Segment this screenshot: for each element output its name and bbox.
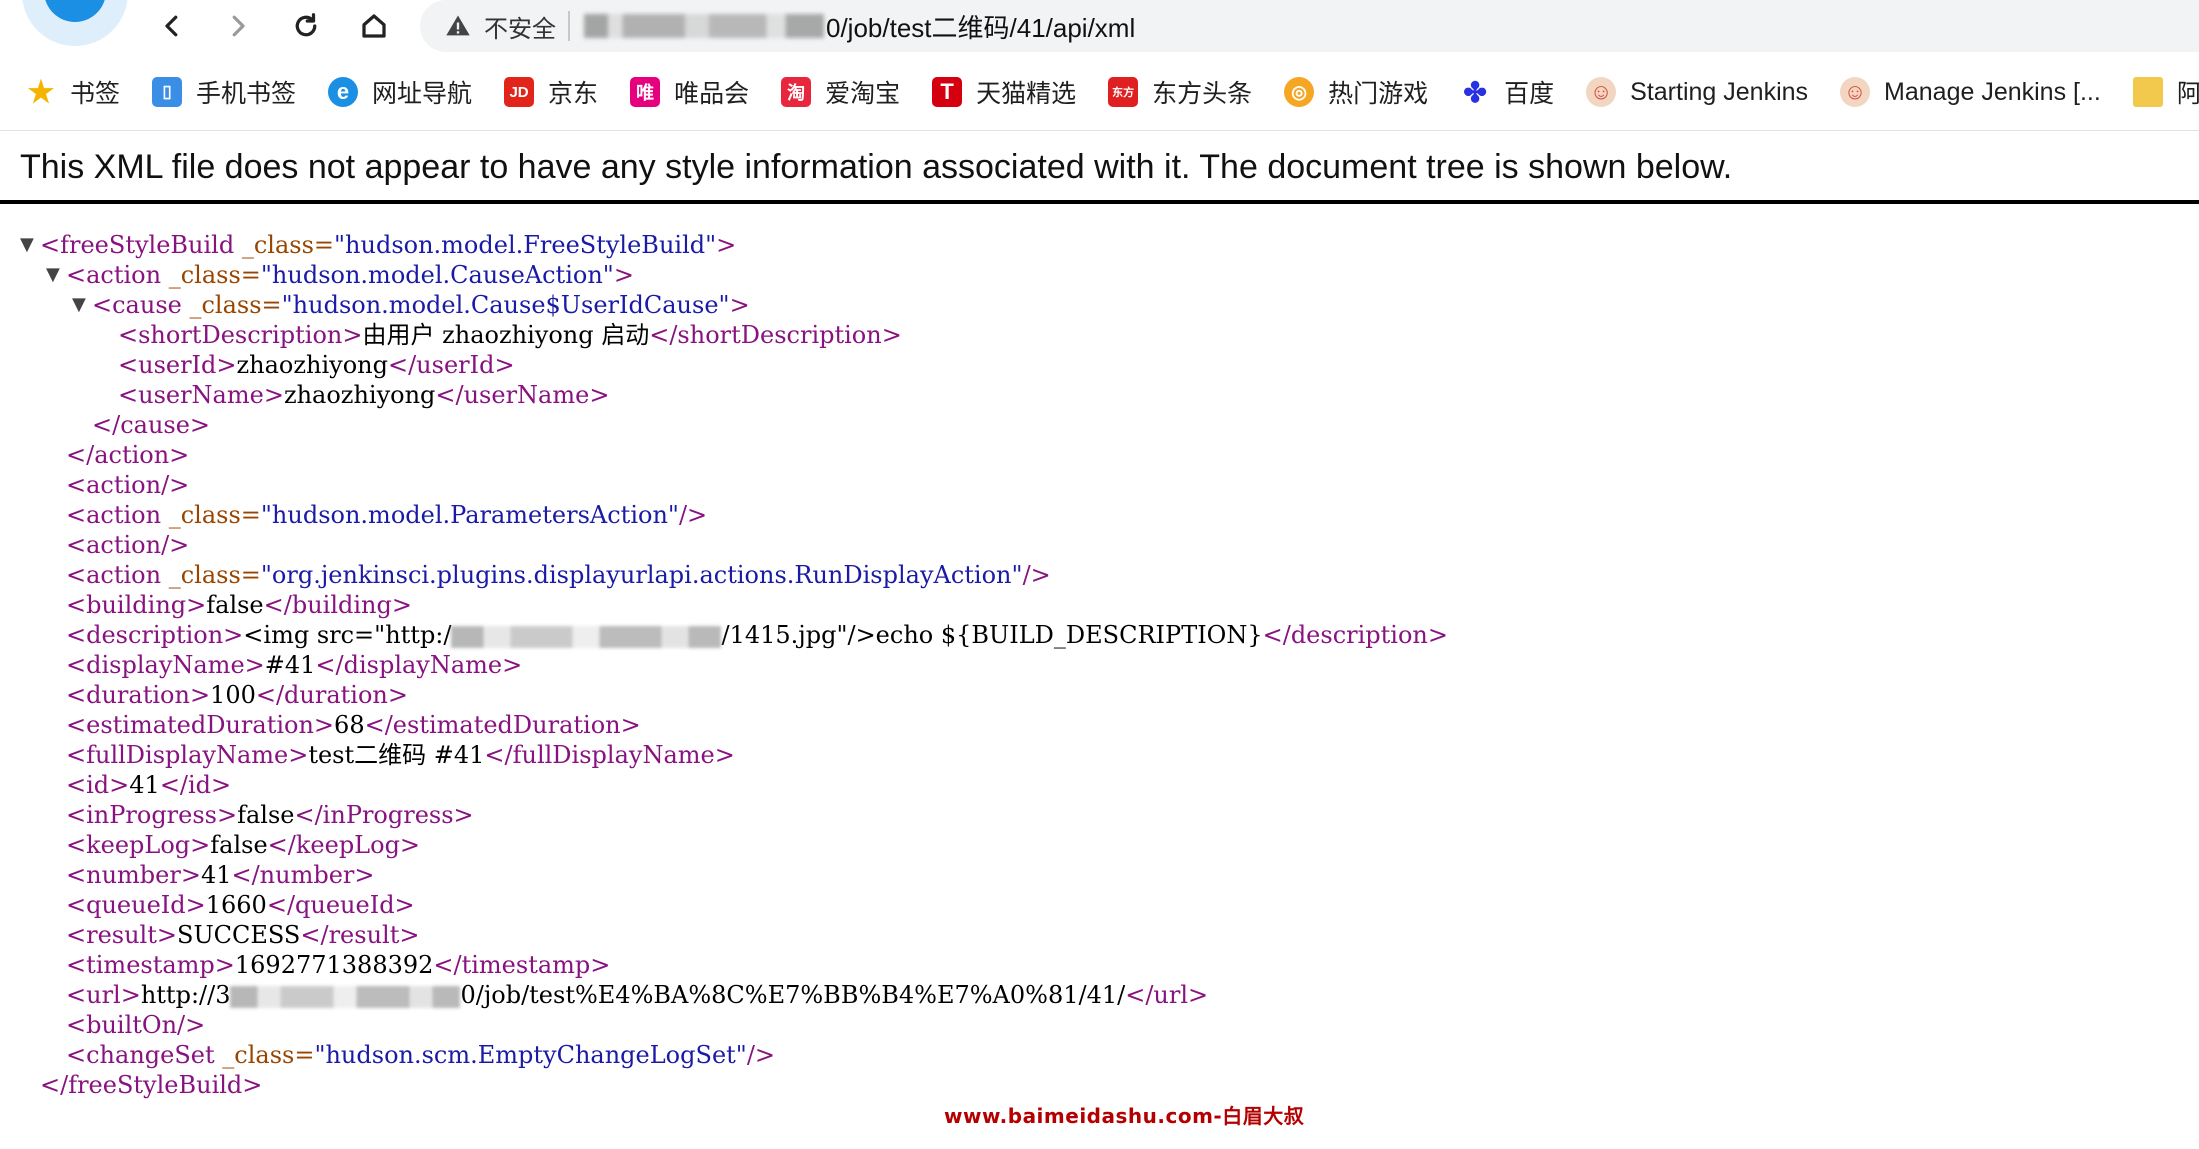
bookmark-item[interactable]: ☺ Starting Jenkins <box>1586 77 1808 107</box>
browser-e-icon: e <box>328 77 359 107</box>
browser-logo-icon[interactable] <box>22 0 128 46</box>
browser-toolbar: 不安全 0/job/test二维码/41/api/xml <box>0 0 2199 52</box>
xml-line: <shortDescription>由用户 zhaozhiyong 启动</sh… <box>118 321 902 349</box>
collapse-triangle-icon[interactable]: ▼ <box>46 260 66 290</box>
xml-line: <cause _class="hudson.model.Cause$UserId… <box>92 291 750 319</box>
bookmark-label: 热门游戏 <box>1328 80 1429 108</box>
xml-line: <building>false</building> <box>66 591 412 619</box>
xml-style-info: This XML file does not appear to have an… <box>20 148 1733 186</box>
bookmark-label: 京东 <box>548 80 599 108</box>
forward-arrow-icon <box>232 15 245 37</box>
xml-line: <keepLog>false</keepLog> <box>66 831 421 859</box>
xml-line: </cause> <box>92 411 211 439</box>
bookmark-item[interactable]: ☺ Manage Jenkins [... <box>1840 77 2101 107</box>
bookmark-label: Manage Jenkins [... <box>1884 77 2101 106</box>
xml-line: <action/> <box>66 471 190 499</box>
bookmark-label: 天猫精选 <box>976 80 1077 108</box>
warning-triangle-icon[interactable] <box>444 12 472 40</box>
game-icon: ◎ <box>1284 77 1315 107</box>
forward-button[interactable] <box>216 6 260 46</box>
folder-icon <box>2132 77 2163 107</box>
bookmark-item[interactable]: T 天猫精选 <box>932 74 1076 110</box>
xml-line: <url>http://3 0/job/test%E4%BA%8C%E7%BB%B… <box>66 981 1209 1009</box>
vip-icon: 唯 <box>630 77 661 107</box>
bookmark-label: 唯品会 <box>674 80 750 108</box>
xml-line: <action _class="hudson.model.ParametersA… <box>66 501 708 529</box>
star-icon: ★ <box>27 75 55 109</box>
xml-info-divider <box>0 200 2199 204</box>
address-bar[interactable]: 不安全 0/job/test二维码/41/api/xml <box>420 0 2199 52</box>
xml-line: <duration>100</duration> <box>66 681 408 709</box>
redacted-host <box>451 625 722 648</box>
xml-line: <timestamp>1692771388392</timestamp> <box>66 951 611 979</box>
back-button[interactable] <box>150 6 194 46</box>
xml-line: <builtOn/> <box>66 1011 206 1039</box>
phone-icon: ▯ <box>152 77 183 107</box>
xml-line: <userId>zhaozhiyong</userId> <box>118 351 515 379</box>
baidu-paw-icon: ✤ <box>1463 76 1487 108</box>
bookmark-item[interactable]: e 网址导航 <box>328 74 472 110</box>
xml-line: <freeStyleBuild _class="hudson.model.Fre… <box>40 231 737 259</box>
xml-line: </action> <box>66 441 190 469</box>
xml-line: <queueId>1660</queueId> <box>66 891 415 919</box>
bookmark-label: Starting Jenkins <box>1630 77 1809 106</box>
jenkins-icon: ☺ <box>1586 77 1617 107</box>
home-button[interactable] <box>352 6 396 46</box>
jenkins-icon: ☺ <box>1840 77 1871 107</box>
xml-line: <userName>zhaozhiyong</userName> <box>118 381 610 409</box>
bookmark-item[interactable]: ▯ 手机书签 <box>152 74 296 110</box>
watermark: www.baimeidashu.com-白眉大叔 <box>944 1104 1305 1128</box>
xml-line: <description><img src="http://1415.jpg"/… <box>66 621 1448 649</box>
xml-line: <displayName>#41</displayName> <box>66 651 523 679</box>
dftt-icon: 东方 <box>1108 77 1139 107</box>
bookmark-label: 阿里 <box>2176 80 2199 108</box>
taobao-icon: 淘 <box>781 77 812 107</box>
xml-line: <inProgress>false</inProgress> <box>66 801 474 829</box>
bookmark-item[interactable]: ✤ 百度 <box>1460 74 1554 110</box>
bookmark-item[interactable]: 唯 唯品会 <box>630 74 749 110</box>
bookmark-label: 百度 <box>1504 80 1555 108</box>
xml-line: <changeSet _class="hudson.scm.EmptyChang… <box>66 1041 776 1069</box>
xml-line: <action _class="hudson.model.CauseAction… <box>66 261 634 289</box>
toolbar-divider <box>0 130 2199 131</box>
url-path[interactable]: 0/job/test二维码/41/api/xml <box>826 8 1135 45</box>
bookmarks-bar: ★ 书签 ▯ 手机书签 e 网址导航 JD 京东 唯 唯品会 淘 爱淘宝 T 天… <box>0 60 2199 124</box>
xml-line: </freeStyleBuild> <box>40 1071 263 1099</box>
xml-line: <number>41</number> <box>66 861 375 889</box>
bookmark-label: 书签 <box>70 80 121 108</box>
xml-line: <action _class="org.jenkinsci.plugins.di… <box>66 561 1051 589</box>
insecure-label[interactable]: 不安全 <box>484 9 556 44</box>
bookmark-label: 网址导航 <box>372 80 473 108</box>
home-icon <box>362 14 386 38</box>
address-separator <box>568 11 570 41</box>
tmall-icon: T <box>932 77 963 107</box>
bookmark-item[interactable]: ◎ 热门游戏 <box>1284 74 1428 110</box>
collapse-triangle-icon[interactable]: ▼ <box>20 230 40 260</box>
bookmark-item[interactable]: 东方 东方头条 <box>1108 74 1252 110</box>
bookmark-item[interactable]: ★ 书签 <box>26 74 120 110</box>
xml-line: <estimatedDuration>68</estimatedDuration… <box>66 711 641 739</box>
back-arrow-icon <box>165 15 178 37</box>
bookmark-item[interactable]: JD 京东 <box>504 74 598 110</box>
xml-line: <fullDisplayName>test二维码 #41</fullDispla… <box>66 741 735 769</box>
bookmark-label: 东方头条 <box>1152 80 1253 108</box>
url-host-redacted <box>584 14 824 38</box>
xml-line: <id>41</id> <box>66 771 232 799</box>
bookmark-item[interactable]: 淘 爱淘宝 <box>781 74 900 110</box>
collapse-triangle-icon[interactable]: ▼ <box>72 290 92 320</box>
bookmark-label: 手机书签 <box>196 80 297 108</box>
jd-icon: JD <box>504 77 535 107</box>
reload-icon <box>295 13 317 37</box>
redacted-host <box>230 985 461 1008</box>
xml-line: <result>SUCCESS</result> <box>66 921 420 949</box>
reload-button[interactable] <box>284 6 328 46</box>
xml-line: <action/> <box>66 531 190 559</box>
bookmark-item[interactable]: 阿里 <box>2132 74 2199 110</box>
bookmark-label: 爱淘宝 <box>825 80 901 108</box>
